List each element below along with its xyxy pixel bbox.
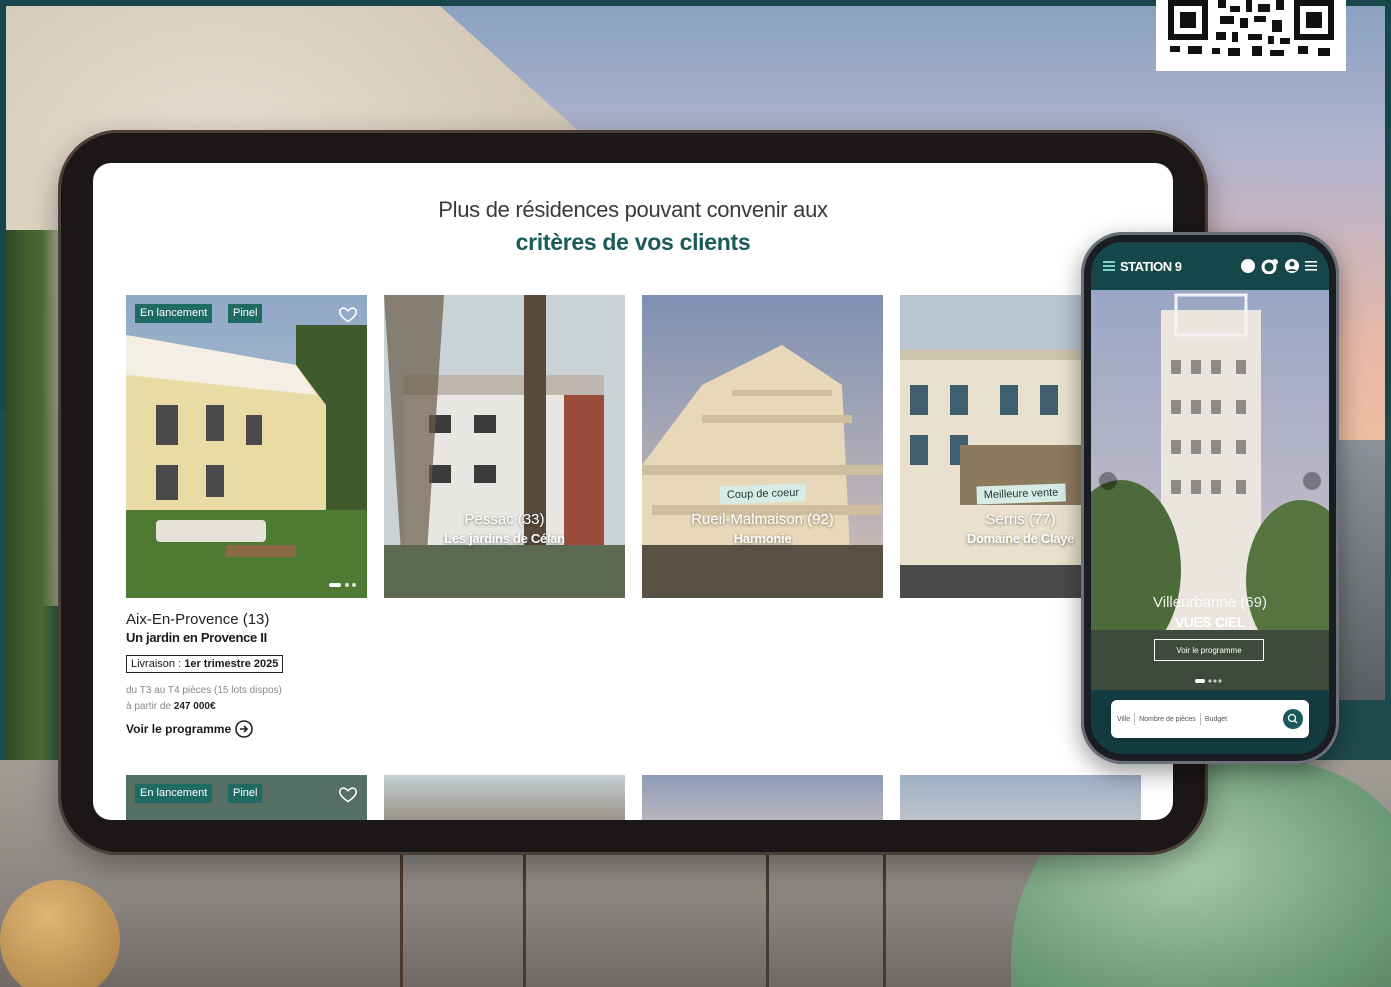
status-tag: En lancement bbox=[135, 784, 213, 803]
tablet-screen: Plus de résidences pouvant convenir aux … bbox=[93, 163, 1173, 820]
hero-carousel-dots[interactable] bbox=[1195, 679, 1225, 683]
heart-icon[interactable] bbox=[338, 304, 358, 324]
carousel-dots[interactable] bbox=[329, 582, 357, 588]
divider bbox=[1199, 713, 1201, 725]
coffee-table bbox=[400, 848, 886, 987]
tablet-device: Plus de résidences pouvant convenir aux … bbox=[58, 130, 1208, 855]
property-card[interactable]: En lancement Pinel bbox=[126, 775, 367, 820]
brand-name: STATION 9 bbox=[1120, 258, 1182, 274]
qr-code[interactable] bbox=[1156, 0, 1346, 71]
section-heading: Plus de résidences pouvant convenir aux … bbox=[93, 197, 1173, 256]
tax-scheme-tag: Pinel bbox=[228, 784, 263, 803]
rooms-input[interactable]: Nombre de pièces bbox=[1139, 716, 1196, 723]
logo-icon bbox=[1103, 261, 1115, 271]
hero-view-program-button[interactable]: Voir le programme bbox=[1154, 639, 1264, 661]
qr-code-icon bbox=[1168, 0, 1334, 56]
property-city: Aix-En-Provence (13) bbox=[126, 611, 270, 628]
hero-program-name: VUES CIEL bbox=[1174, 614, 1246, 630]
hero-image bbox=[1091, 290, 1329, 690]
delivery-value: 1er trimestre 2025 bbox=[184, 658, 279, 670]
property-card[interactable]: Coup de coeur Rueil-Malmaison (92) Harmo… bbox=[642, 295, 883, 598]
property-card[interactable]: Pessac (33) Les jardins de Célan bbox=[384, 295, 625, 598]
property-card[interactable] bbox=[384, 775, 625, 820]
search-bar: Ville Nombre de pièces Budget bbox=[1111, 700, 1309, 738]
price-prefix: à partir de bbox=[126, 701, 174, 712]
tax-scheme-tag: Pinel bbox=[228, 304, 263, 323]
menu-icon[interactable] bbox=[1305, 260, 1317, 272]
heading-line-1: Plus de résidences pouvant convenir aux bbox=[438, 197, 828, 222]
notification-icon[interactable] bbox=[1261, 258, 1279, 274]
highlight-badge: Coup de coeur bbox=[719, 483, 806, 505]
rooms-info: du T3 au T4 pièces (15 lots dispos) bbox=[126, 685, 282, 696]
property-card[interactable] bbox=[642, 775, 883, 820]
budget-input[interactable]: Budget bbox=[1205, 716, 1227, 723]
property-photo bbox=[384, 295, 625, 598]
card-name: Les jardins de Célan bbox=[444, 531, 565, 546]
price-info: à partir de 247 000€ bbox=[126, 699, 426, 715]
card-city: Rueil-Malmaison (92) bbox=[691, 511, 834, 528]
delivery-box: Livraison : 1er trimestre 2025 bbox=[126, 655, 284, 673]
carousel-next-button[interactable] bbox=[1303, 472, 1321, 490]
search-button[interactable] bbox=[1283, 709, 1303, 729]
view-program-link[interactable]: Voir le programme bbox=[126, 720, 426, 738]
phone-screen: STATION 9 Villeurbanne (69) VUES CIEL Vo… bbox=[1091, 242, 1329, 754]
city-input[interactable]: Ville bbox=[1117, 716, 1130, 723]
arrow-right-circle-icon bbox=[235, 720, 253, 738]
brand-logo[interactable]: STATION 9 bbox=[1103, 258, 1182, 274]
property-photo bbox=[642, 295, 883, 598]
frame-right bbox=[1385, 0, 1391, 415]
globe-icon[interactable] bbox=[1240, 258, 1256, 274]
climbing-plants bbox=[6, 230, 66, 790]
view-program-label: Voir le programme bbox=[126, 722, 232, 736]
hero-city: Villeurbanne (69) bbox=[1153, 594, 1267, 611]
card-city: Pessac (33) bbox=[464, 511, 545, 528]
status-tag: En lancement bbox=[135, 304, 213, 323]
heart-icon[interactable] bbox=[338, 784, 358, 804]
property-details: Aix-En-Provence (13) Un jardin en Proven… bbox=[126, 611, 426, 738]
property-meta: du T3 au T4 pièces (15 lots dispos) à pa… bbox=[126, 683, 426, 715]
phone-device: STATION 9 Villeurbanne (69) VUES CIEL Vo… bbox=[1081, 232, 1339, 764]
heading-line-2: critères de vos clients bbox=[515, 229, 751, 255]
price-value: 247 000€ bbox=[173, 701, 216, 712]
divider bbox=[1134, 713, 1136, 725]
phone-header: STATION 9 bbox=[1091, 242, 1329, 290]
hero-photo bbox=[1091, 290, 1329, 690]
property-name: Un jardin en Provence II bbox=[126, 630, 267, 645]
search-icon bbox=[1287, 713, 1298, 724]
carousel-prev-button[interactable] bbox=[1099, 472, 1117, 490]
card-name: Harmonie bbox=[733, 531, 792, 546]
header-icons bbox=[1240, 258, 1317, 274]
highlight-badge: Meilleure vente bbox=[975, 483, 1066, 505]
property-card[interactable] bbox=[900, 775, 1141, 820]
frame-left bbox=[0, 0, 6, 410]
property-card[interactable]: En lancement Pinel bbox=[126, 295, 367, 598]
delivery-label: Livraison : bbox=[131, 658, 185, 670]
user-icon[interactable] bbox=[1284, 258, 1300, 274]
property-photo bbox=[126, 295, 367, 598]
